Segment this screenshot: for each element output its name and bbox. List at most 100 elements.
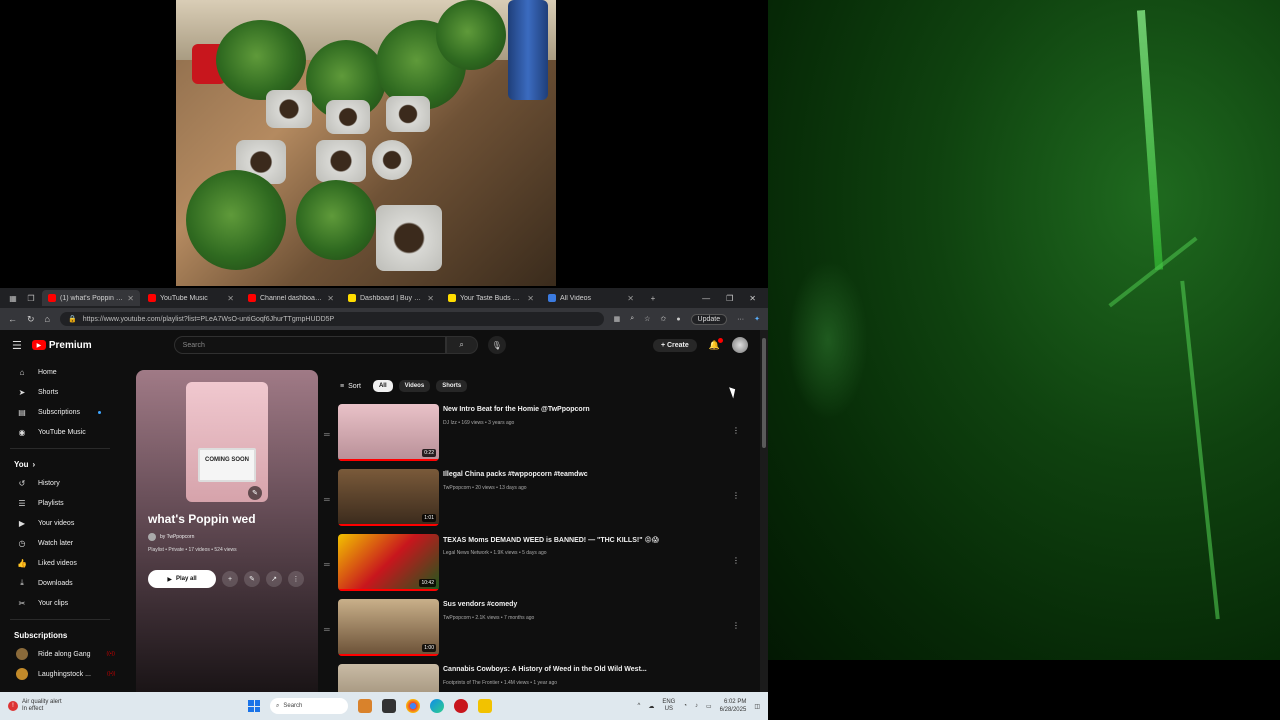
sidebar-item-history[interactable]: ↺ History	[0, 473, 120, 493]
notification-center-icon[interactable]: ◫	[754, 703, 760, 710]
youtube-logo[interactable]: ▶ Premium	[31, 340, 92, 351]
drag-handle-icon[interactable]: ═	[324, 495, 330, 504]
sort-button[interactable]: ≡ Sort	[340, 383, 361, 390]
video-title[interactable]: Sus vendors #comedy	[443, 601, 517, 608]
sidebar-item-downloads[interactable]: ⤓ Downloads	[0, 573, 120, 593]
drag-handle-icon[interactable]: ═	[324, 560, 330, 569]
app-icon[interactable]	[454, 699, 468, 713]
update-button[interactable]: Update	[690, 313, 728, 325]
page-scrollbar[interactable]	[760, 330, 768, 692]
sidebar-item-home[interactable]: ⌂ Home	[0, 362, 120, 382]
video-title[interactable]: New Intro Beat for the Homie @TwPpopcorn	[443, 406, 590, 413]
browser-tab[interactable]: Channel dashboard - ✕	[242, 290, 340, 306]
subscription-channel[interactable]: Laughingstock ... ((•))	[0, 664, 120, 684]
sidebar-item-shorts[interactable]: ➤ Shorts	[0, 382, 120, 402]
more-vert-icon[interactable]: ⋮	[288, 571, 304, 587]
close-tab-icon[interactable]: ✕	[627, 294, 634, 303]
video-menu-icon[interactable]: ⋮	[732, 426, 740, 435]
back-icon[interactable]: ←	[8, 314, 17, 324]
chip-all[interactable]: All	[372, 380, 393, 392]
wifi-icon[interactable]: ◔	[683, 703, 687, 709]
truck-app-icon[interactable]	[358, 699, 372, 713]
playlist-video-row[interactable]: ═ 0:22 New Intro Beat for the Homie @TwPpo…	[322, 404, 742, 469]
sidebar-item-your-clips[interactable]: ✂ Your clips	[0, 593, 120, 613]
new-tab-icon[interactable]: +	[646, 291, 660, 305]
sidebar-item-watch-later[interactable]: ◷ Watch later	[0, 533, 120, 553]
browser-tab[interactable]: YouTube Music ✕	[142, 290, 240, 306]
tab-actions-icon[interactable]: ▦	[6, 291, 20, 305]
browser-tab[interactable]: (1) what's Poppin wed ✕	[42, 290, 140, 306]
playlist-video-row[interactable]: ═ 1:00 Sus vendors #comedy TwPpopcorn • 2.1…	[322, 599, 742, 664]
taskbar-search[interactable]: ⌕ Search	[270, 698, 348, 714]
volume-icon[interactable]: ♪	[695, 703, 698, 709]
search-button[interactable]: ⌕	[445, 336, 478, 354]
search-input[interactable]: Search	[173, 336, 446, 354]
start-icon[interactable]	[248, 700, 260, 712]
chip-shorts[interactable]: Shorts	[436, 380, 468, 392]
more-icon[interactable]: ···	[737, 316, 744, 323]
playlist-thumbnail[interactable]: COMING SOON ✎	[186, 382, 268, 502]
playlist-video-row[interactable]: ═ 1:01 Illegal China packs #twppopcorn #te…	[322, 469, 742, 534]
playlist-owner[interactable]: by TwPpopcorn	[148, 533, 194, 541]
drag-handle-icon[interactable]: ═	[324, 430, 330, 439]
sidebar-item-playlists[interactable]: ☰ Playlists	[0, 493, 120, 513]
browser-tab[interactable]: Your Taste Buds Fav ✕	[442, 290, 540, 306]
chevron-up-icon[interactable]: ^	[637, 703, 640, 709]
play-all-button[interactable]: ▶ Play all	[148, 570, 216, 588]
add-to-playlist-icon[interactable]: +	[222, 571, 238, 587]
zoom-icon[interactable]: ⌕	[630, 315, 634, 323]
sidebar-item-liked-videos[interactable]: 👍 Liked videos	[0, 553, 120, 573]
video-menu-icon[interactable]: ⋮	[732, 556, 740, 565]
chip-videos[interactable]: Videos	[398, 380, 431, 392]
video-title[interactable]: Illegal China packs #twppopcorn #teamdwc	[443, 471, 588, 478]
close-tab-icon[interactable]: ✕	[527, 294, 534, 303]
weather-widget[interactable]: ! Air quality alert In effect	[8, 699, 248, 713]
drag-handle-icon[interactable]: ═	[324, 625, 330, 634]
favorites-bar-icon[interactable]: ✩	[660, 315, 666, 323]
voice-search-button[interactable]: 🎙	[487, 336, 506, 354]
edit-icon[interactable]: ✎	[244, 571, 260, 587]
edit-thumbnail-icon[interactable]: ✎	[248, 486, 262, 500]
playlist-video-row[interactable]: ═ 10:42 TEXAS Moms DEMAND WEED is BANNED! …	[322, 534, 742, 599]
video-thumbnail[interactable]: 1:00	[338, 599, 439, 656]
close-tab-icon[interactable]: ✕	[427, 294, 434, 303]
lang-indicator[interactable]: ENG US	[662, 699, 675, 713]
close-tab-icon[interactable]: ✕	[127, 294, 134, 303]
reader-icon[interactable]: ▦	[614, 315, 621, 323]
menu-icon[interactable]: ☰	[12, 339, 22, 352]
favorite-icon[interactable]: ☆	[644, 315, 650, 323]
sidebar-item-youtube-music[interactable]: ◉ YouTube Music	[0, 422, 120, 442]
chrome-icon[interactable]	[406, 699, 420, 713]
sidebar-item-your-videos[interactable]: ▶ Your videos	[0, 513, 120, 533]
home-icon[interactable]: ⌂	[45, 314, 50, 324]
close-tab-icon[interactable]: ✕	[327, 294, 334, 303]
playlist-video-row[interactable]: ═Cannabis Cowboys: A History of Weed in …	[322, 664, 742, 692]
profile-icon[interactable]: ●	[676, 316, 680, 323]
video-thumbnail[interactable]: 1:01	[338, 469, 439, 526]
maximize-icon[interactable]: ❐	[726, 294, 733, 303]
subscription-channel[interactable]: Ride along Gang ((•))	[0, 644, 120, 664]
video-menu-icon[interactable]: ⋮	[732, 491, 740, 500]
browser-tab[interactable]: Dashboard | Buy Me ✕	[342, 290, 440, 306]
video-thumbnail[interactable]: 0:22	[338, 404, 439, 461]
share-icon[interactable]: ↗	[266, 571, 282, 587]
video-thumbnail[interactable]	[338, 664, 439, 692]
video-title[interactable]: Cannabis Cowboys: A History of Weed in t…	[443, 666, 647, 673]
url-field[interactable]: 🔒 https://www.youtube.com/playlist?list=…	[59, 312, 604, 326]
create-button[interactable]: + Create	[652, 338, 697, 352]
you-section-heading[interactable]: You ›	[0, 455, 120, 473]
file-explorer-icon[interactable]	[478, 699, 492, 713]
battery-icon[interactable]: ▭	[706, 703, 712, 710]
cloud-icon[interactable]: ☁	[648, 703, 654, 710]
close-tab-icon[interactable]: ✕	[227, 294, 234, 303]
minimize-icon[interactable]: —	[702, 294, 710, 303]
notifications-icon[interactable]: 🔔	[709, 337, 723, 351]
video-menu-icon[interactable]: ⋮	[732, 621, 740, 630]
task-view-icon[interactable]	[382, 699, 396, 713]
tab-list-icon[interactable]: ❐	[24, 291, 38, 305]
browser-tab[interactable]: All Videos ✕	[542, 290, 640, 306]
account-avatar[interactable]	[732, 337, 748, 353]
sidebar-item-subscriptions[interactable]: ▤ Subscriptions	[0, 402, 120, 422]
video-thumbnail[interactable]: 10:42	[338, 534, 439, 591]
close-window-icon[interactable]: ✕	[749, 294, 756, 303]
